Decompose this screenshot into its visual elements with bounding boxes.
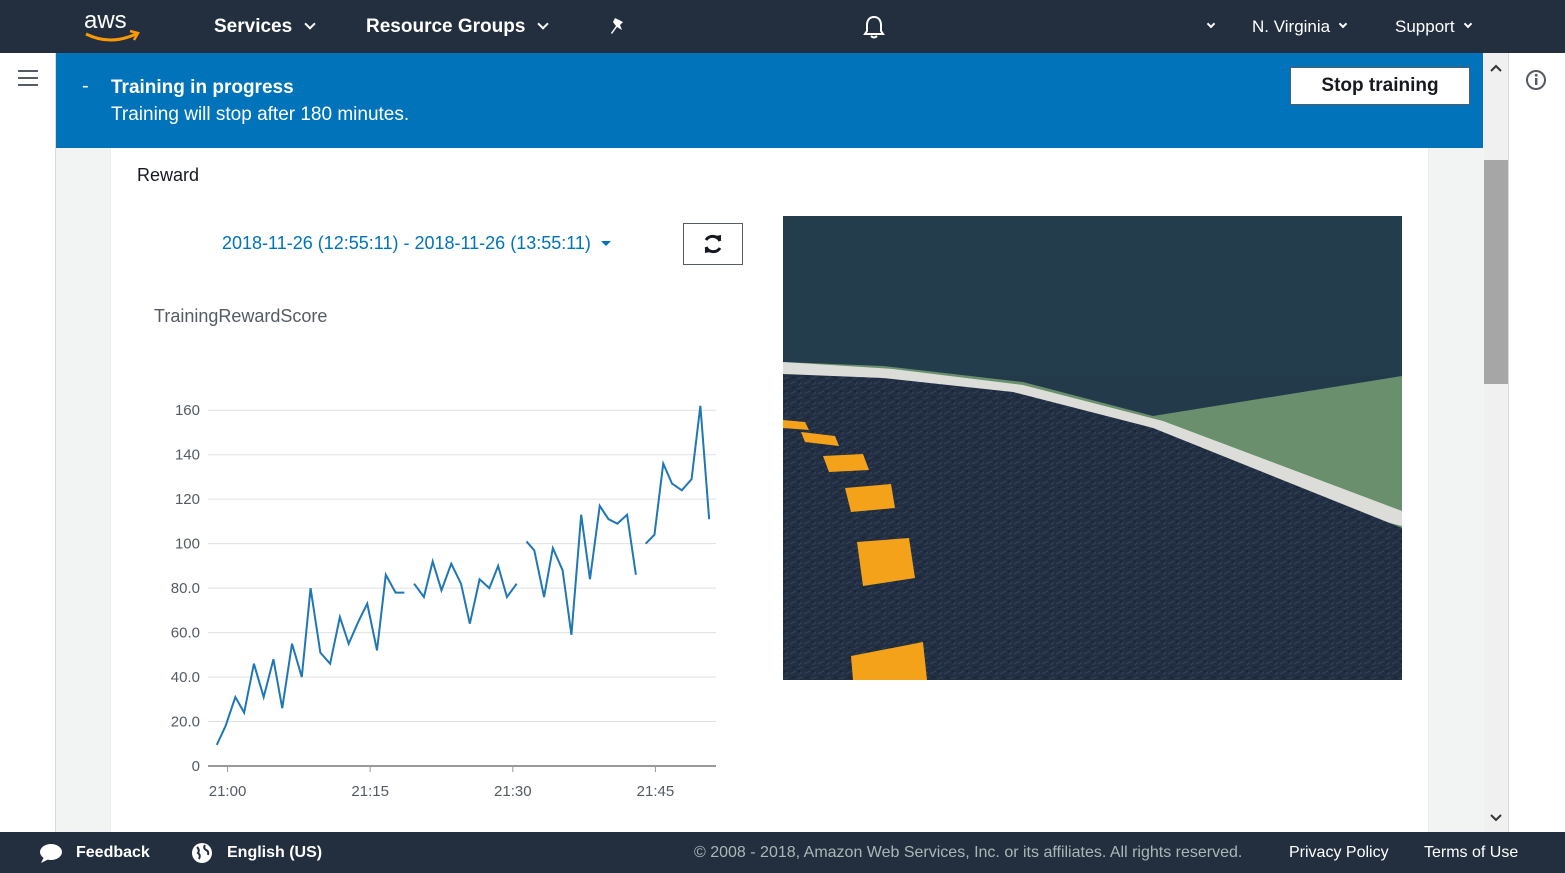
scrollbar-thumb[interactable] <box>1484 160 1508 384</box>
banner-subtitle: Training will stop after 180 minutes. <box>111 104 410 125</box>
banner-title: Training in progress <box>111 77 294 98</box>
resource-groups-menu[interactable]: Resource Groups <box>366 0 550 53</box>
y-tick-label: 40.0 <box>171 669 200 686</box>
date-range-label: 2018-11-26 (12:55:11) - 2018-11-26 (13:5… <box>222 233 591 253</box>
refresh-button[interactable] <box>683 223 743 265</box>
region-menu[interactable]: N. Virginia <box>1252 0 1348 53</box>
x-tick-label: 21:45 <box>637 783 675 800</box>
simulation-video-stream <box>783 216 1402 680</box>
aws-logo[interactable]: aws <box>80 4 144 46</box>
stop-training-button[interactable]: Stop training <box>1290 67 1470 105</box>
terms-of-use-link[interactable]: Terms of Use <box>1424 832 1518 873</box>
y-tick-label: 0 <box>192 758 200 775</box>
chevron-down-icon <box>304 18 316 30</box>
x-tick-label: 21:00 <box>209 783 247 800</box>
series-line-segment <box>525 503 637 635</box>
feedback-label: Feedback <box>76 843 150 861</box>
y-tick-label: 100 <box>175 536 200 553</box>
reward-section-title: Reward <box>137 165 200 185</box>
scroll-down-icon[interactable] <box>1484 808 1508 828</box>
language-label: English (US) <box>227 843 323 861</box>
feedback-link[interactable]: Feedback <box>38 832 150 873</box>
pin-button[interactable] <box>608 0 628 53</box>
x-tick-label: 21:15 <box>351 783 389 800</box>
scroll-up-icon[interactable] <box>1484 58 1508 78</box>
date-range-selector[interactable]: 2018-11-26 (12:55:11) - 2018-11-26 (13:5… <box>222 233 611 254</box>
hamburger-menu-icon[interactable] <box>18 70 38 88</box>
banner-collapse-icon[interactable]: - <box>82 75 89 98</box>
bell-icon <box>863 15 885 38</box>
region-label: N. Virginia <box>1252 16 1331 36</box>
chat-bubble-icon <box>40 843 62 863</box>
notifications-button[interactable] <box>862 0 886 53</box>
services-label: Services <box>214 15 293 37</box>
chart-series <box>215 405 711 746</box>
globe-icon <box>192 842 212 863</box>
y-tick-label: 120 <box>175 491 200 508</box>
pin-icon <box>611 17 623 34</box>
reward-line-chart: 0 20.0 40.0 60.0 80.0 100 120 140 160 21:00 21:15… <box>171 402 716 800</box>
series-line-segment <box>215 571 405 746</box>
chevron-down-icon <box>1338 19 1348 29</box>
app-root: aws Services Resource Groups N. Virginia… <box>0 0 1565 873</box>
metric-title: TrainingRewardScore <box>154 306 328 326</box>
chevron-down-icon <box>1206 19 1216 29</box>
refresh-icon <box>704 234 722 254</box>
y-tick-label: 60.0 <box>171 625 200 642</box>
chart-y-axis: 0 20.0 40.0 60.0 80.0 100 120 140 160 <box>171 402 200 775</box>
chevron-down-icon <box>537 18 550 30</box>
top-navigation-bar: aws Services Resource Groups N. Virginia… <box>0 0 1565 53</box>
info-icon[interactable] <box>1525 69 1547 91</box>
support-menu[interactable]: Support <box>1395 0 1472 53</box>
series-line-segment <box>644 405 711 545</box>
right-help-rail <box>1508 53 1565 832</box>
account-menu[interactable] <box>1198 0 1216 53</box>
y-tick-label: 140 <box>175 447 200 464</box>
language-selector[interactable]: English (US) <box>191 832 322 873</box>
caret-down-icon <box>600 241 611 246</box>
support-label: Support <box>1395 16 1455 36</box>
copyright-text: © 2008 - 2018, Amazon Web Services, Inc.… <box>694 843 1243 861</box>
services-menu[interactable]: Services <box>214 0 316 53</box>
y-tick-label: 20.0 <box>171 714 200 731</box>
x-tick-label: 21:30 <box>494 783 532 800</box>
chevron-down-icon <box>1463 19 1472 29</box>
chart-x-axis: 21:00 21:15 21:30 21:45 <box>209 766 674 800</box>
series-line-segment <box>413 557 518 624</box>
training-status-banner: - Training in progress Training will sto… <box>56 53 1483 148</box>
console-footer: Feedback English (US) © 2008 - 2018, Ama… <box>0 832 1565 873</box>
resource-groups-label: Resource Groups <box>366 15 526 37</box>
y-tick-label: 80.0 <box>171 580 200 597</box>
aws-logo-text: aws <box>84 7 127 34</box>
privacy-policy-link[interactable]: Privacy Policy <box>1289 832 1389 873</box>
y-tick-label: 160 <box>175 402 200 419</box>
left-navigation-rail <box>0 53 56 832</box>
